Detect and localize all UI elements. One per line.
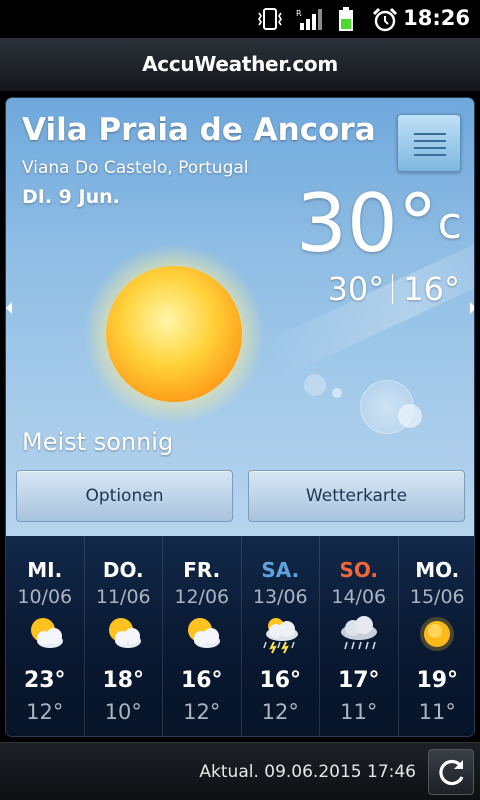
day-date: 10/06 [17, 586, 73, 608]
day-high: 19° [416, 668, 459, 693]
forecast-day[interactable]: MO. 15/06 19° 11° [397, 536, 475, 736]
forecast-strip: MI. 10/06 23° 12° DO. 11/06 18° 10° FR. … [6, 536, 475, 736]
battery-icon [339, 7, 353, 31]
partly-sunny-icon [187, 618, 220, 648]
day-low: 11° [418, 700, 456, 724]
previous-location-arrow[interactable] [6, 302, 12, 314]
next-location-arrow[interactable] [470, 302, 474, 314]
refresh-icon [439, 759, 464, 786]
day-date: 14/06 [331, 586, 387, 608]
day-low: 12° [261, 700, 299, 724]
day-high: 16° [259, 668, 302, 693]
day-name: SO. [339, 558, 379, 582]
refresh-button[interactable] [428, 749, 474, 795]
sun-icon [420, 617, 455, 651]
last-updated: Aktual. 09.06.2015 17:46 [199, 762, 416, 782]
svg-text:R: R [296, 9, 302, 18]
forecast-day[interactable]: DO. 11/06 18° 10° [83, 536, 163, 736]
day-date: 11/06 [95, 586, 151, 608]
day-high: 16° [180, 668, 223, 693]
day-name: DO. [102, 558, 144, 582]
temp-unit: c [437, 198, 462, 249]
low-temp: 16° [403, 270, 460, 308]
day-high: 17° [337, 668, 380, 693]
day-high: 23° [23, 668, 66, 693]
day-low: 12° [26, 700, 64, 724]
current-date: DI. 9 Jun. [22, 186, 120, 208]
accuweather-logo: AccuWeather.com [142, 52, 338, 76]
current-temperature: 30°c [296, 184, 462, 264]
forecast-day[interactable]: MI. 10/06 23° 12° [6, 536, 84, 736]
city-name: Vila Praia de Ancora [22, 112, 376, 148]
high-low: 30° 16° [328, 270, 460, 308]
day-date: 12/06 [174, 586, 230, 608]
region-name: Viana Do Castelo, Portugal [22, 158, 249, 178]
options-button[interactable]: Optionen [16, 470, 233, 522]
thunderstorm-icon [263, 618, 299, 654]
day-date: 15/06 [409, 586, 465, 608]
sun-icon [84, 244, 264, 424]
current-temp-value: 30° [296, 177, 438, 270]
current-conditions-panel: Vila Praia de Ancora Viana Do Castelo, P… [6, 98, 474, 536]
condition-text: Meist sonnig [22, 428, 174, 456]
day-low: 12° [183, 700, 221, 724]
partly-sunny-icon [30, 618, 63, 648]
day-low: 10° [104, 700, 142, 724]
partly-sunny-icon [109, 618, 142, 648]
high-temp: 30° [327, 270, 385, 308]
day-name: MO. [415, 558, 460, 582]
forecast-day[interactable]: FR. 12/06 16° 12° [162, 536, 241, 736]
day-name: MI. [27, 558, 63, 582]
forecast-day[interactable]: SO. 14/06 17° 11° [319, 536, 398, 736]
alarm-icon [372, 7, 398, 32]
bottom-bar: Aktual. 09.06.2015 17:46 [0, 742, 480, 800]
app-header: AccuWeather.com [0, 38, 480, 92]
menu-button[interactable] [397, 114, 461, 172]
weather-map-button[interactable]: Wetterkarte [248, 470, 465, 522]
weather-card: Vila Praia de Ancora Viana Do Castelo, P… [5, 97, 475, 737]
day-name: SA. [261, 558, 300, 582]
forecast-day[interactable]: SA. 13/06 16° 12° [240, 536, 320, 736]
status-bar: R 18:26 [0, 0, 480, 38]
day-name: FR. [183, 558, 221, 582]
day-low: 11° [340, 700, 378, 724]
signal-icon: R [296, 9, 322, 30]
rain-icon [340, 616, 377, 650]
day-date: 13/06 [252, 586, 308, 608]
day-high: 18° [102, 668, 145, 693]
vibrate-icon [258, 8, 282, 30]
status-time: 18:26 [403, 6, 470, 30]
